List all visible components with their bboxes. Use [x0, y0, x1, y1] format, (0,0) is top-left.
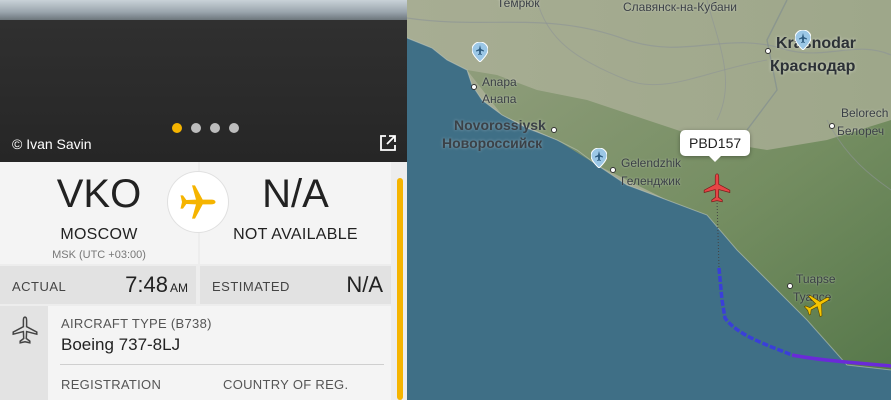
route-section: VKO MOSCOW MSK (UTC +03:00) N/A NOT AVAI…	[0, 162, 407, 264]
city-label-novorossiysk-ru: Новороссийск	[442, 135, 543, 151]
aircraft-photo[interactable]: © Ivan Savin	[0, 0, 407, 162]
carousel-dot-4[interactable]	[229, 123, 239, 133]
actual-time-ampm: AM	[170, 281, 188, 295]
aircraft-type-label: AIRCRAFT TYPE (B738)	[61, 316, 212, 331]
divider	[60, 364, 384, 365]
route-plane-badge	[168, 172, 228, 232]
estimated-time: N/A	[346, 272, 383, 297]
photo-top-strip	[0, 0, 407, 20]
times-row: ACTUAL 7:48 AM ESTIMATED N/A	[0, 266, 391, 304]
estimated-arrival: ESTIMATED N/A	[200, 266, 391, 304]
city-dot-tuapse	[787, 283, 793, 289]
destination-city: NOT AVAILABLE	[233, 226, 358, 243]
selected-aircraft-icon[interactable]	[703, 172, 731, 206]
city-label-gelendzhik-en: Gelendzhik	[621, 156, 682, 170]
actual-time-value: 7:48	[125, 272, 168, 297]
aircraft-type-code: (B738)	[170, 316, 212, 331]
actual-departure: ACTUAL 7:48 AM	[0, 266, 196, 304]
carousel-dot-3[interactable]	[210, 123, 220, 133]
origin-airport[interactable]: VKO MOSCOW MSK (UTC +03:00)	[0, 162, 198, 264]
destination-airport[interactable]: N/A NOT AVAILABLE	[200, 162, 391, 264]
aircraft-type-label-text: AIRCRAFT TYPE	[61, 316, 167, 331]
estimated-label: ESTIMATED	[212, 279, 290, 294]
flight-details-panel: © Ivan Savin VKO MOSCOW MSK (UTC +03:00)…	[0, 0, 407, 400]
carousel-dot-1[interactable]	[172, 123, 182, 133]
city-dot-krasnodar	[765, 48, 771, 54]
aircraft-type-value: Boeing 737-8LJ	[61, 335, 181, 354]
city-dot-belorechensk	[829, 123, 835, 129]
external-link-icon[interactable]	[378, 133, 398, 153]
airplane-icon	[180, 185, 216, 219]
origin-timezone: MSK (UTC +03:00)	[52, 249, 146, 261]
city-label-tuapse-en: Tuapse	[796, 272, 836, 286]
carousel-dots[interactable]	[172, 123, 239, 133]
aircraft-info-sidebar	[0, 306, 48, 400]
city-label-anapa-en: Anapa	[482, 75, 517, 89]
airport-pin-icon[interactable]	[472, 42, 488, 62]
city-dot-gelendzhik	[610, 167, 616, 173]
city-label-novorossiysk-en: Novorossiysk	[454, 117, 546, 133]
aircraft-outline-icon	[12, 316, 38, 344]
aircraft-info: AIRCRAFT TYPE (B738) Boeing 737-8LJ REGI…	[0, 306, 391, 400]
city-dot-anapa	[471, 84, 477, 90]
city-label-belorechensk-en: Belorech	[841, 106, 889, 120]
city-label-krasnodar-en: Krasnodar	[776, 35, 857, 52]
city-label-anapa-ru: Анапа	[482, 92, 517, 106]
destination-code: N/A	[262, 172, 329, 216]
city-label-krasnodar-ru: Краснодар	[770, 58, 856, 75]
panel-scrollbar[interactable]	[397, 178, 403, 400]
city-label-gelendzhik-ru: Геленджик	[621, 174, 681, 188]
city-label-belorechensk-ru: Белореч	[837, 124, 885, 138]
city-label-temryuk: Темрюк	[497, 0, 540, 10]
photo-credit: © Ivan Savin	[12, 136, 92, 152]
flight-map[interactable]: Темрюк Славянск-на-Кубани Krasnodar Крас…	[407, 0, 891, 400]
selected-flight-callsign[interactable]: PBD157	[680, 130, 751, 162]
origin-city: MOSCOW	[60, 226, 138, 243]
city-label-slavyansk: Славянск-на-Кубани	[623, 0, 737, 14]
registration-label: REGISTRATION	[61, 377, 162, 392]
airport-pin-icon[interactable]	[591, 148, 607, 168]
actual-time: 7:48 AM	[125, 272, 188, 298]
airport-pin-icon[interactable]	[795, 30, 811, 50]
country-of-reg-label: COUNTRY OF REG.	[223, 377, 349, 392]
actual-label: ACTUAL	[12, 279, 67, 294]
city-dot-novorossiysk	[551, 127, 557, 133]
carousel-dot-2[interactable]	[191, 123, 201, 133]
